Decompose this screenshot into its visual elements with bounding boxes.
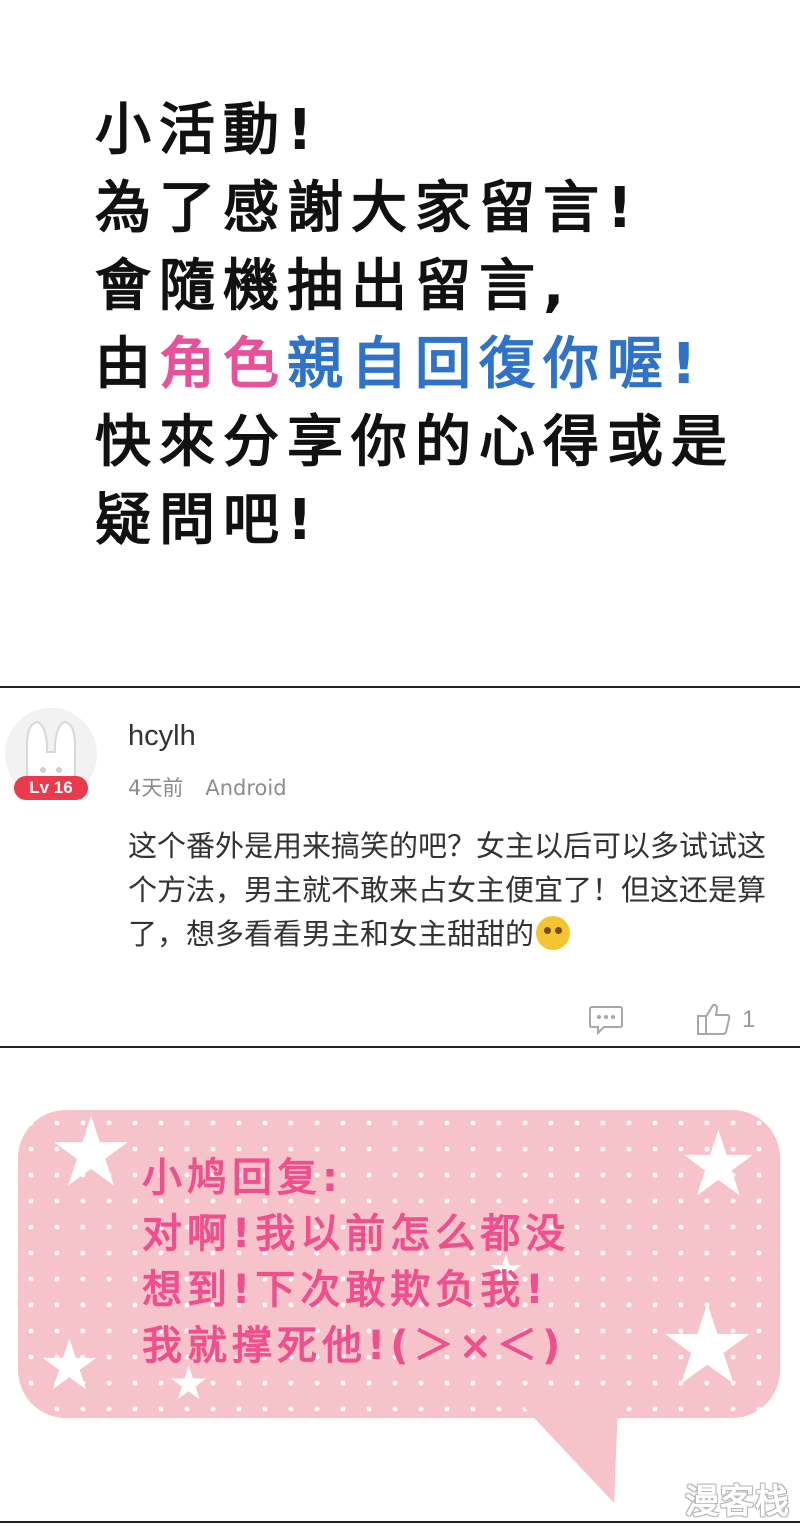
comment-card: Lv 16 hcylh 4天前 Android 这个番外是用来搞笑的吧？女主以后可… (0, 686, 800, 1048)
star-decoration: ★ (48, 1110, 135, 1208)
bubble-tail (521, 1405, 671, 1503)
intro-highlight-character: 角色 (159, 332, 287, 397)
intro-line-3: 會隨機抽出留言, (95, 254, 573, 319)
event-announcement: 小活動! 為了感謝大家留言! 會隨機抽出留言, 由角色親自回復你喔! 快來分享你… (95, 92, 785, 560)
blush-emoji-icon (536, 916, 571, 950)
comment-bubble-icon[interactable] (588, 1004, 624, 1040)
watermark-logo: 漫客栈 (685, 1482, 790, 1522)
comment-time: 4天前 (128, 776, 184, 800)
intro-line-5: 快來分享你的心得或是 (95, 410, 735, 475)
character-reply: 小鸠回复: 对啊!我以前怎么都没 想到!下次敢欺负我! 我就撑死他!(＞×＜) (142, 1150, 702, 1374)
comment-text: 这个番外是用来搞笑的吧？女主以后可以多试试这个方法，男主就不敢来占女主便宜了！但… (128, 829, 767, 951)
reply-line-4: 我就撑死他!(＞×＜) (142, 1323, 566, 1369)
intro-highlight-reply: 親自回復你喔! (287, 332, 705, 397)
reply-line-3: 想到!下次敢欺负我! (142, 1267, 549, 1313)
comment-body: 这个番外是用来搞笑的吧？女主以后可以多试试这个方法，男主就不敢来占女主便宜了！但… (128, 824, 793, 956)
comment-platform: Android (205, 776, 287, 800)
like-count: 1 (742, 1006, 756, 1033)
star-decoration: ★ (38, 1324, 101, 1406)
thumbs-up-icon[interactable] (696, 1002, 732, 1040)
reply-line-2: 对啊!我以前怎么都没 (142, 1211, 571, 1257)
reply-line-1: 小鸠回复: (142, 1155, 343, 1201)
comment-username[interactable]: hcylh (128, 720, 196, 753)
divider (0, 1521, 800, 1523)
comment-meta: 4天前 Android (128, 772, 287, 802)
intro-line-6: 疑問吧! (95, 488, 321, 553)
intro-line-2: 為了感謝大家留言! (95, 176, 641, 241)
level-badge: Lv 16 (14, 776, 88, 800)
intro-line-4-prefix: 由 (95, 332, 159, 397)
intro-line-1: 小活動! (95, 98, 321, 163)
intro-line-4: 由角色親自回復你喔! (95, 326, 785, 404)
